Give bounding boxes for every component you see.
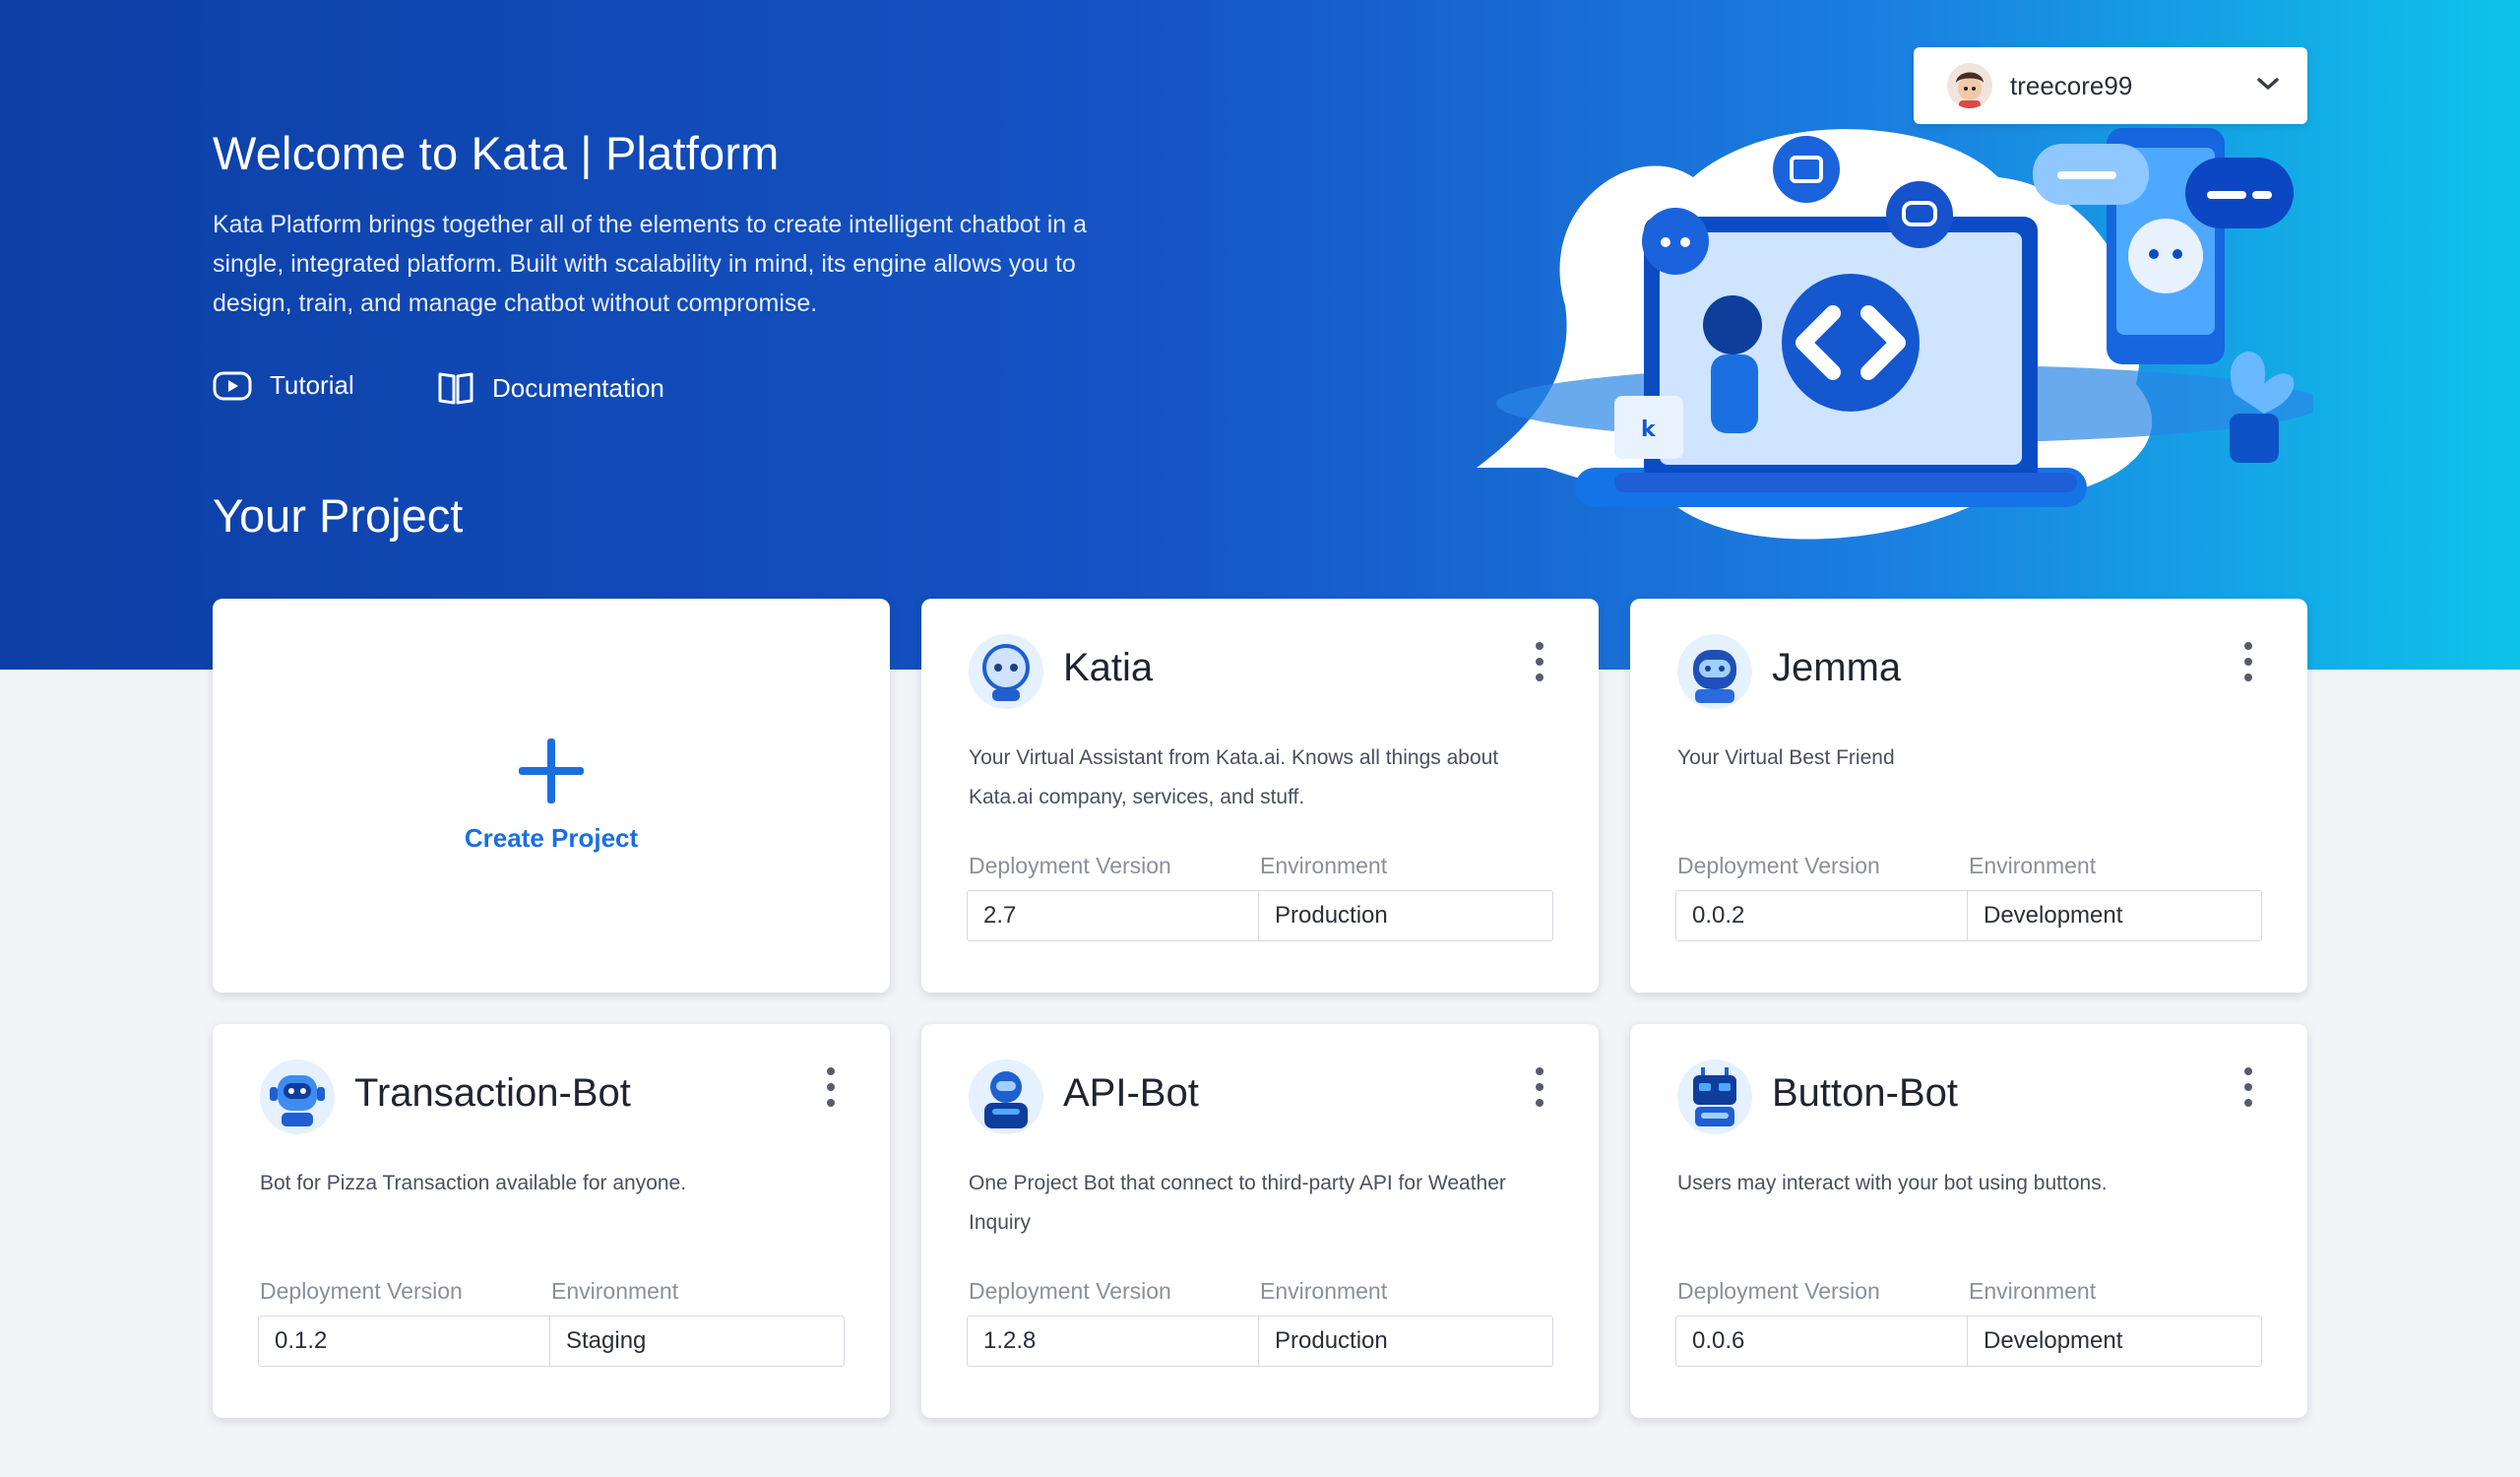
hero-illustration: k: [1477, 128, 2313, 540]
project-name: Jemma: [1772, 646, 1902, 689]
username: treecore99: [2010, 70, 2133, 100]
tutorial-link[interactable]: Tutorial: [213, 370, 354, 401]
avatar: [1947, 63, 1992, 108]
project-description: One Project Bot that connect to third-pa…: [969, 1172, 1506, 1234]
version-value: 2.7: [968, 891, 1259, 940]
documentation-label: Documentation: [492, 372, 664, 403]
deployment-version-label: Deployment Version: [1677, 853, 1880, 878]
kebab-menu-icon[interactable]: [1530, 1063, 1549, 1111]
project-card-api-bot[interactable]: API-Bot One Project Bot that connect to …: [921, 1024, 1599, 1418]
kebab-menu-icon[interactable]: [2238, 1063, 2258, 1111]
project-description: Bot for Pizza Transaction available for …: [260, 1172, 687, 1194]
project-card-jemma[interactable]: Jemma Your Virtual Best Friend Deploymen…: [1630, 599, 2307, 993]
tutorial-label: Tutorial: [270, 370, 354, 400]
environment-value: Development: [1984, 902, 2123, 929]
create-project-card[interactable]: Create Project: [213, 599, 890, 993]
bot-avatar-icon: [260, 1060, 335, 1134]
project-description: Users may interact with your bot using b…: [1677, 1172, 2108, 1194]
environment-label: Environment: [551, 1278, 679, 1304]
deployment-info: 2.7 Production: [967, 890, 1553, 941]
hero-description: Kata Platform brings together all of the…: [213, 211, 1088, 317]
kebab-menu-icon[interactable]: [2238, 638, 2258, 685]
version-value: 0.0.6: [1676, 1316, 1968, 1366]
bot-avatar-icon: [969, 634, 1043, 709]
bot-avatar-icon: [1677, 634, 1752, 709]
play-icon: [213, 371, 252, 401]
kebab-menu-icon[interactable]: [821, 1063, 841, 1111]
deployment-version-label: Deployment Version: [1677, 1278, 1880, 1304]
environment-label: Environment: [1260, 1278, 1388, 1304]
environment-value: Staging: [566, 1327, 647, 1354]
version-value: 0.0.2: [1676, 891, 1968, 940]
deployment-info: 0.0.6 Development: [1675, 1316, 2262, 1367]
kebab-menu-icon[interactable]: [1530, 638, 1549, 685]
environment-value: Production: [1275, 1327, 1388, 1354]
page-title: Welcome to Kata | Platform: [213, 127, 780, 179]
deployment-info: 1.2.8 Production: [967, 1316, 1553, 1367]
environment-label: Environment: [1969, 1278, 2097, 1304]
project-card-button-bot[interactable]: Button-Bot Users may interact with your …: [1630, 1024, 2307, 1418]
deployment-version-label: Deployment Version: [969, 853, 1171, 878]
bot-avatar-icon: [969, 1060, 1043, 1134]
version-value: 0.1.2: [259, 1316, 550, 1366]
svg-text:k: k: [1641, 417, 1657, 442]
project-name: API-Bot: [1063, 1071, 1199, 1115]
deployment-info: 0.0.2 Development: [1675, 890, 2262, 941]
bot-avatar-icon: [1677, 1060, 1752, 1134]
project-name: Transaction-Bot: [354, 1071, 631, 1115]
book-icon: [437, 370, 474, 406]
project-name: Katia: [1063, 646, 1154, 689]
user-menu-dropdown[interactable]: treecore99: [1914, 47, 2307, 124]
environment-value: Production: [1275, 902, 1388, 929]
version-value: 1.2.8: [968, 1316, 1259, 1366]
environment-label: Environment: [1260, 853, 1388, 878]
deployment-version-label: Deployment Version: [260, 1278, 463, 1304]
project-description: Your Virtual Best Friend: [1677, 746, 1895, 769]
project-name: Button-Bot: [1772, 1071, 1959, 1115]
plus-icon: [519, 738, 584, 803]
environment-label: Environment: [1969, 853, 2097, 878]
chevron-down-icon: [2256, 76, 2280, 96]
create-project-label: Create Project: [464, 822, 639, 853]
deployment-version-label: Deployment Version: [969, 1278, 1171, 1304]
documentation-link[interactable]: Documentation: [437, 370, 664, 406]
project-card-transaction-bot[interactable]: Transaction-Bot Bot for Pizza Transactio…: [213, 1024, 890, 1418]
deployment-info: 0.1.2 Staging: [258, 1316, 845, 1367]
environment-value: Development: [1984, 1327, 2123, 1354]
section-title: Your Project: [213, 489, 464, 542]
project-description: Your Virtual Assistant from Kata.ai. Kno…: [969, 746, 1499, 808]
project-card-katia[interactable]: Katia Your Virtual Assistant from Kata.a…: [921, 599, 1599, 993]
